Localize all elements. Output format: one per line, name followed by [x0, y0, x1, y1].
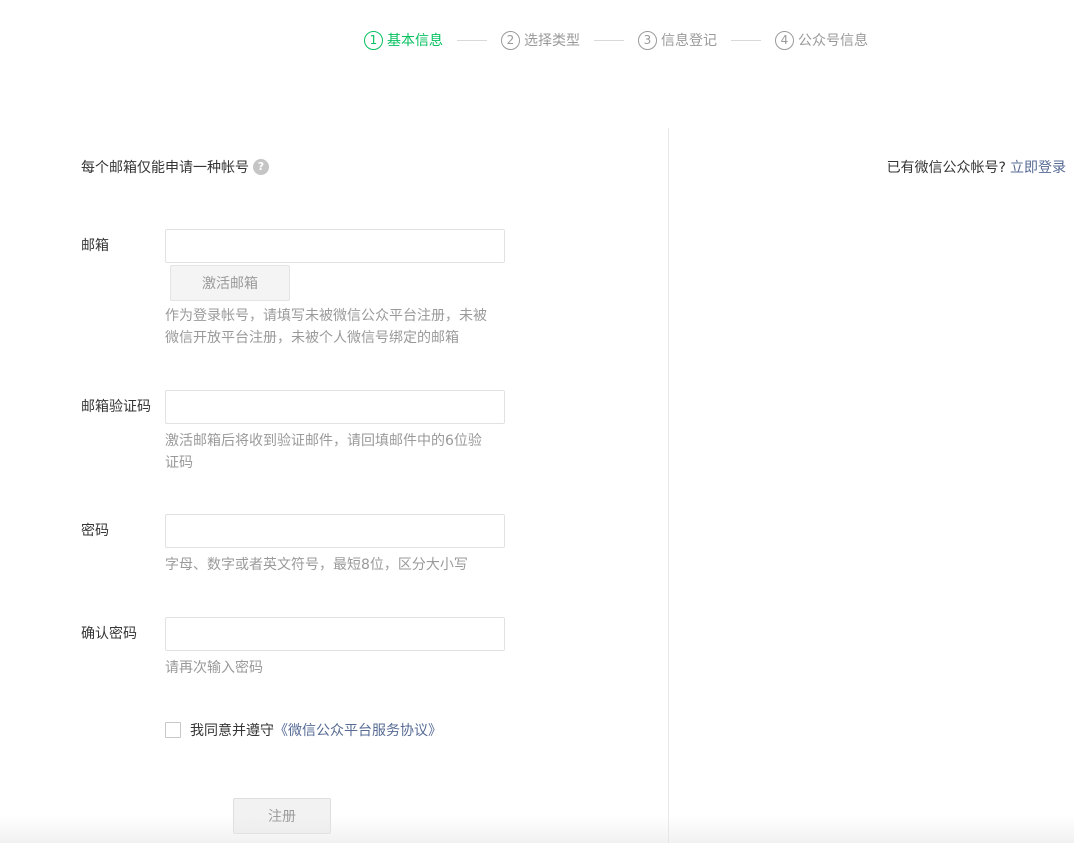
password-label: 密码	[81, 523, 109, 539]
email-code-hint: 激活邮箱后将收到验证邮件，请回填邮件中的6位验证码	[165, 433, 482, 471]
email-hint: 作为登录帐号，请填写未被微信公众平台注册，未被微信开放平台注册，未被个人微信号绑…	[165, 308, 487, 346]
agreement-link[interactable]: 《微信公众平台服务协议》	[274, 720, 442, 740]
step-number: 4	[775, 30, 794, 50]
password-hint: 字母、数字或者英文符号，最短8位，区分大小写	[165, 557, 468, 573]
email-tip: 每个邮箱仅能申请一种帐号 ?	[81, 157, 269, 177]
step-info-register: 3 信息登记	[638, 30, 717, 50]
step-number: 2	[501, 30, 520, 50]
step-label: 选择类型	[524, 33, 580, 49]
step-separator	[731, 39, 761, 41]
email-input[interactable]	[165, 229, 505, 263]
step-label: 基本信息	[387, 33, 443, 49]
step-number: 1	[364, 30, 383, 50]
step-separator	[457, 39, 487, 41]
bottom-shadow	[0, 815, 1074, 843]
step-select-type: 2 选择类型	[501, 30, 580, 50]
email-tip-text: 每个邮箱仅能申请一种帐号	[81, 160, 249, 176]
confirm-password-label: 确认密码	[81, 626, 137, 642]
step-account-info: 4 公众号信息	[775, 30, 868, 50]
email-code-label: 邮箱验证码	[81, 399, 151, 415]
help-icon[interactable]: ?	[253, 159, 269, 175]
email-label: 邮箱	[81, 238, 109, 254]
step-number: 3	[638, 30, 657, 50]
email-code-input[interactable]	[165, 390, 505, 424]
login-link[interactable]: 立即登录	[1010, 160, 1066, 176]
activate-email-button[interactable]: 激活邮箱	[170, 265, 290, 301]
login-question: 已有微信公众帐号?	[886, 160, 1006, 176]
agreement-checkbox[interactable]	[165, 722, 181, 738]
vertical-divider	[668, 128, 669, 843]
password-input[interactable]	[165, 514, 505, 548]
agreement-text: 我同意并遵守	[190, 723, 274, 739]
step-separator	[594, 39, 624, 41]
login-hint: 已有微信公众帐号? 立即登录	[887, 157, 1066, 177]
step-basic-info: 1 基本信息	[364, 30, 443, 50]
confirm-password-hint: 请再次输入密码	[165, 660, 263, 676]
step-progress: 1 基本信息 2 选择类型 3 信息登记 4 公众号信息	[364, 29, 868, 51]
step-label: 公众号信息	[798, 33, 868, 49]
confirm-password-input[interactable]	[165, 617, 505, 651]
register-button[interactable]: 注册	[233, 798, 331, 834]
agreement-row: 我同意并遵守 《微信公众平台服务协议》	[165, 720, 442, 740]
step-label: 信息登记	[661, 33, 717, 49]
